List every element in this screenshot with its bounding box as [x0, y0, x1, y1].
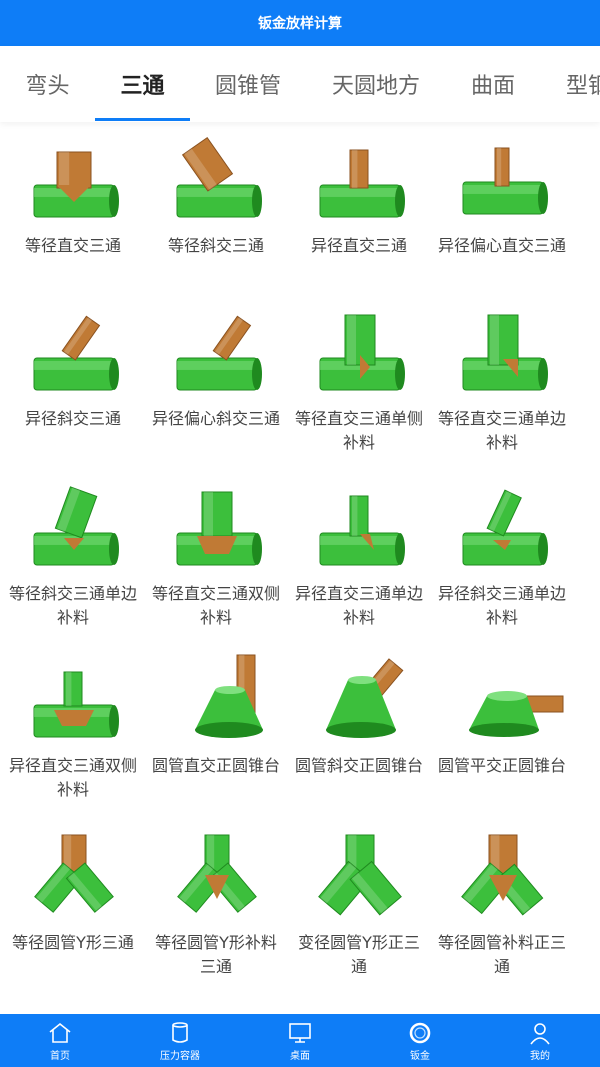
cone-pipe-oblique-icon — [288, 650, 430, 754]
fitting-grid: 等径直交三通 等径斜交三通 异径直交三通 异径偏心直交三通 异径斜交三通 异径偏… — [0, 122, 600, 1014]
nav-profile-label: 我的 — [530, 1050, 550, 1062]
fitting-item-label: 等径圆管Y形三通 — [12, 933, 134, 952]
monitor-icon — [289, 1022, 311, 1043]
active-tab-indicator — [95, 118, 190, 121]
nav-desktop[interactable]: 桌面 — [240, 1014, 360, 1067]
app-title: 钣金放样计算 — [258, 16, 342, 32]
fitting-item-label: 圆管直交正圆锥台 — [151, 756, 280, 775]
cone-pipe-horizontal-icon — [431, 650, 573, 754]
tee-reducing-oblique-icon — [2, 303, 144, 407]
nav-sheet-metal-label: 钣金 — [410, 1050, 430, 1062]
nav-profile[interactable]: 我的 — [480, 1014, 600, 1067]
nav-pressure-vessel-label: 压力容器 — [160, 1050, 200, 1062]
y-equal-icon — [2, 827, 144, 931]
tee-double-patch-icon — [145, 478, 287, 582]
tee-reducing-straight-icon — [288, 130, 430, 234]
tab-tee[interactable]: 三通 — [95, 46, 190, 122]
fitting-item[interactable]: 等径圆管补料正三通 — [431, 827, 573, 1002]
tab-section-steel[interactable]: 型钢 — [548, 46, 600, 122]
fitting-item[interactable]: 圆管平交正圆锥台 — [431, 650, 573, 825]
user-icon — [530, 1022, 550, 1044]
fitting-item-label: 等径直交三通单侧补料 — [294, 409, 423, 452]
fitting-item-label: 等径圆管补料正三通 — [437, 933, 566, 976]
tee-equal-straight-icon — [2, 130, 144, 234]
tee-reducing-double-patch-icon — [2, 650, 144, 754]
tee-single-edge-patch-icon — [431, 303, 573, 407]
tab-curved-surface[interactable]: 曲面 — [446, 46, 540, 122]
fitting-item-label: 异径偏心斜交三通 — [151, 409, 280, 428]
fitting-item[interactable]: 等径直交三通单边补料 — [431, 303, 573, 478]
category-tabs: 弯头 三通 圆锥管 天圆地方 曲面 型钢 — [0, 46, 600, 122]
fitting-item[interactable]: 圆管直交正圆锥台 — [145, 650, 287, 825]
fitting-item-label: 等径斜交三通 — [167, 236, 264, 255]
fitting-item-label: 异径直交三通单边补料 — [294, 584, 423, 627]
fitting-item-label: 等径斜交三通单边补料 — [8, 584, 137, 627]
tab-elbow[interactable]: 弯头 — [0, 46, 95, 122]
fitting-item[interactable]: 等径斜交三通单边补料 — [2, 478, 144, 653]
tee-single-patch-icon — [288, 303, 430, 407]
nav-sheet-metal[interactable]: 钣金 — [360, 1014, 480, 1067]
fitting-item-label: 圆管平交正圆锥台 — [437, 756, 566, 775]
fitting-item-label: 异径偏心直交三通 — [437, 236, 566, 255]
fitting-item-label: 异径斜交三通 — [24, 409, 121, 428]
fitting-item[interactable]: 异径直交三通双侧补料 — [2, 650, 144, 825]
fitting-item-label: 圆管斜交正圆锥台 — [294, 756, 423, 775]
fitting-item[interactable]: 圆管斜交正圆锥台 — [288, 650, 430, 825]
tee-equal-oblique-icon — [145, 130, 287, 234]
fitting-item-label: 等径直交三通 — [24, 236, 121, 255]
fitting-item[interactable]: 异径斜交三通 — [2, 303, 144, 478]
fitting-item[interactable]: 变径圆管Y形正三通 — [288, 827, 430, 1002]
ring-icon — [409, 1022, 431, 1043]
fitting-item[interactable]: 异径直交三通单边补料 — [288, 478, 430, 653]
nav-home-label: 首页 — [50, 1050, 70, 1062]
y-equal-patch-icon — [145, 827, 287, 931]
cone-pipe-vertical-icon — [145, 650, 287, 754]
fitting-item[interactable]: 异径偏心直交三通 — [431, 130, 573, 305]
fitting-item[interactable]: 等径圆管Y形补料三通 — [145, 827, 287, 1002]
fitting-item-label: 异径斜交三通单边补料 — [437, 584, 566, 627]
fitting-item-label: 等径直交三通双侧补料 — [151, 584, 280, 627]
tab-square-to-round[interactable]: 天圆地方 — [306, 46, 446, 122]
app-title-bar: 钣金放样计算 — [0, 0, 600, 46]
fitting-item[interactable]: 异径偏心斜交三通 — [145, 303, 287, 478]
fitting-item[interactable]: 异径斜交三通单边补料 — [431, 478, 573, 653]
fitting-item[interactable]: 等径圆管Y形三通 — [2, 827, 144, 1002]
tee-eccentric-oblique-icon — [145, 303, 287, 407]
y-reducing-icon — [288, 827, 430, 931]
fitting-item-label: 等径直交三通单边补料 — [437, 409, 566, 452]
fitting-item-label: 变径圆管Y形正三通 — [298, 933, 420, 976]
home-icon — [49, 1022, 71, 1043]
tee-oblique-edge-patch-icon — [2, 478, 144, 582]
fitting-item[interactable]: 等径斜交三通 — [145, 130, 287, 305]
nav-desktop-label: 桌面 — [290, 1050, 310, 1062]
tab-cone-pipe[interactable]: 圆锥管 — [190, 46, 306, 122]
vessel-icon — [172, 1021, 188, 1043]
tee-reducing-edge-patch-icon — [288, 478, 430, 582]
fitting-item[interactable]: 异径直交三通 — [288, 130, 430, 305]
fitting-item[interactable]: 等径直交三通单侧补料 — [288, 303, 430, 478]
nav-home[interactable]: 首页 — [0, 1014, 120, 1067]
nav-pressure-vessel[interactable]: 压力容器 — [120, 1014, 240, 1067]
fitting-item-label: 异径直交三通 — [310, 236, 407, 255]
bottom-navigation: 首页 压力容器 桌面 钣金 我的 — [0, 1014, 600, 1067]
y-patch-regular-icon — [431, 827, 573, 931]
fitting-item[interactable]: 等径直交三通双侧补料 — [145, 478, 287, 653]
tee-eccentric-straight-icon — [431, 130, 573, 234]
fitting-item-label: 异径直交三通双侧补料 — [8, 756, 137, 799]
tee-reducing-oblique-patch-icon — [431, 478, 573, 582]
fitting-item[interactable]: 等径直交三通 — [2, 130, 144, 305]
fitting-item-label: 等径圆管Y形补料三通 — [155, 933, 277, 976]
